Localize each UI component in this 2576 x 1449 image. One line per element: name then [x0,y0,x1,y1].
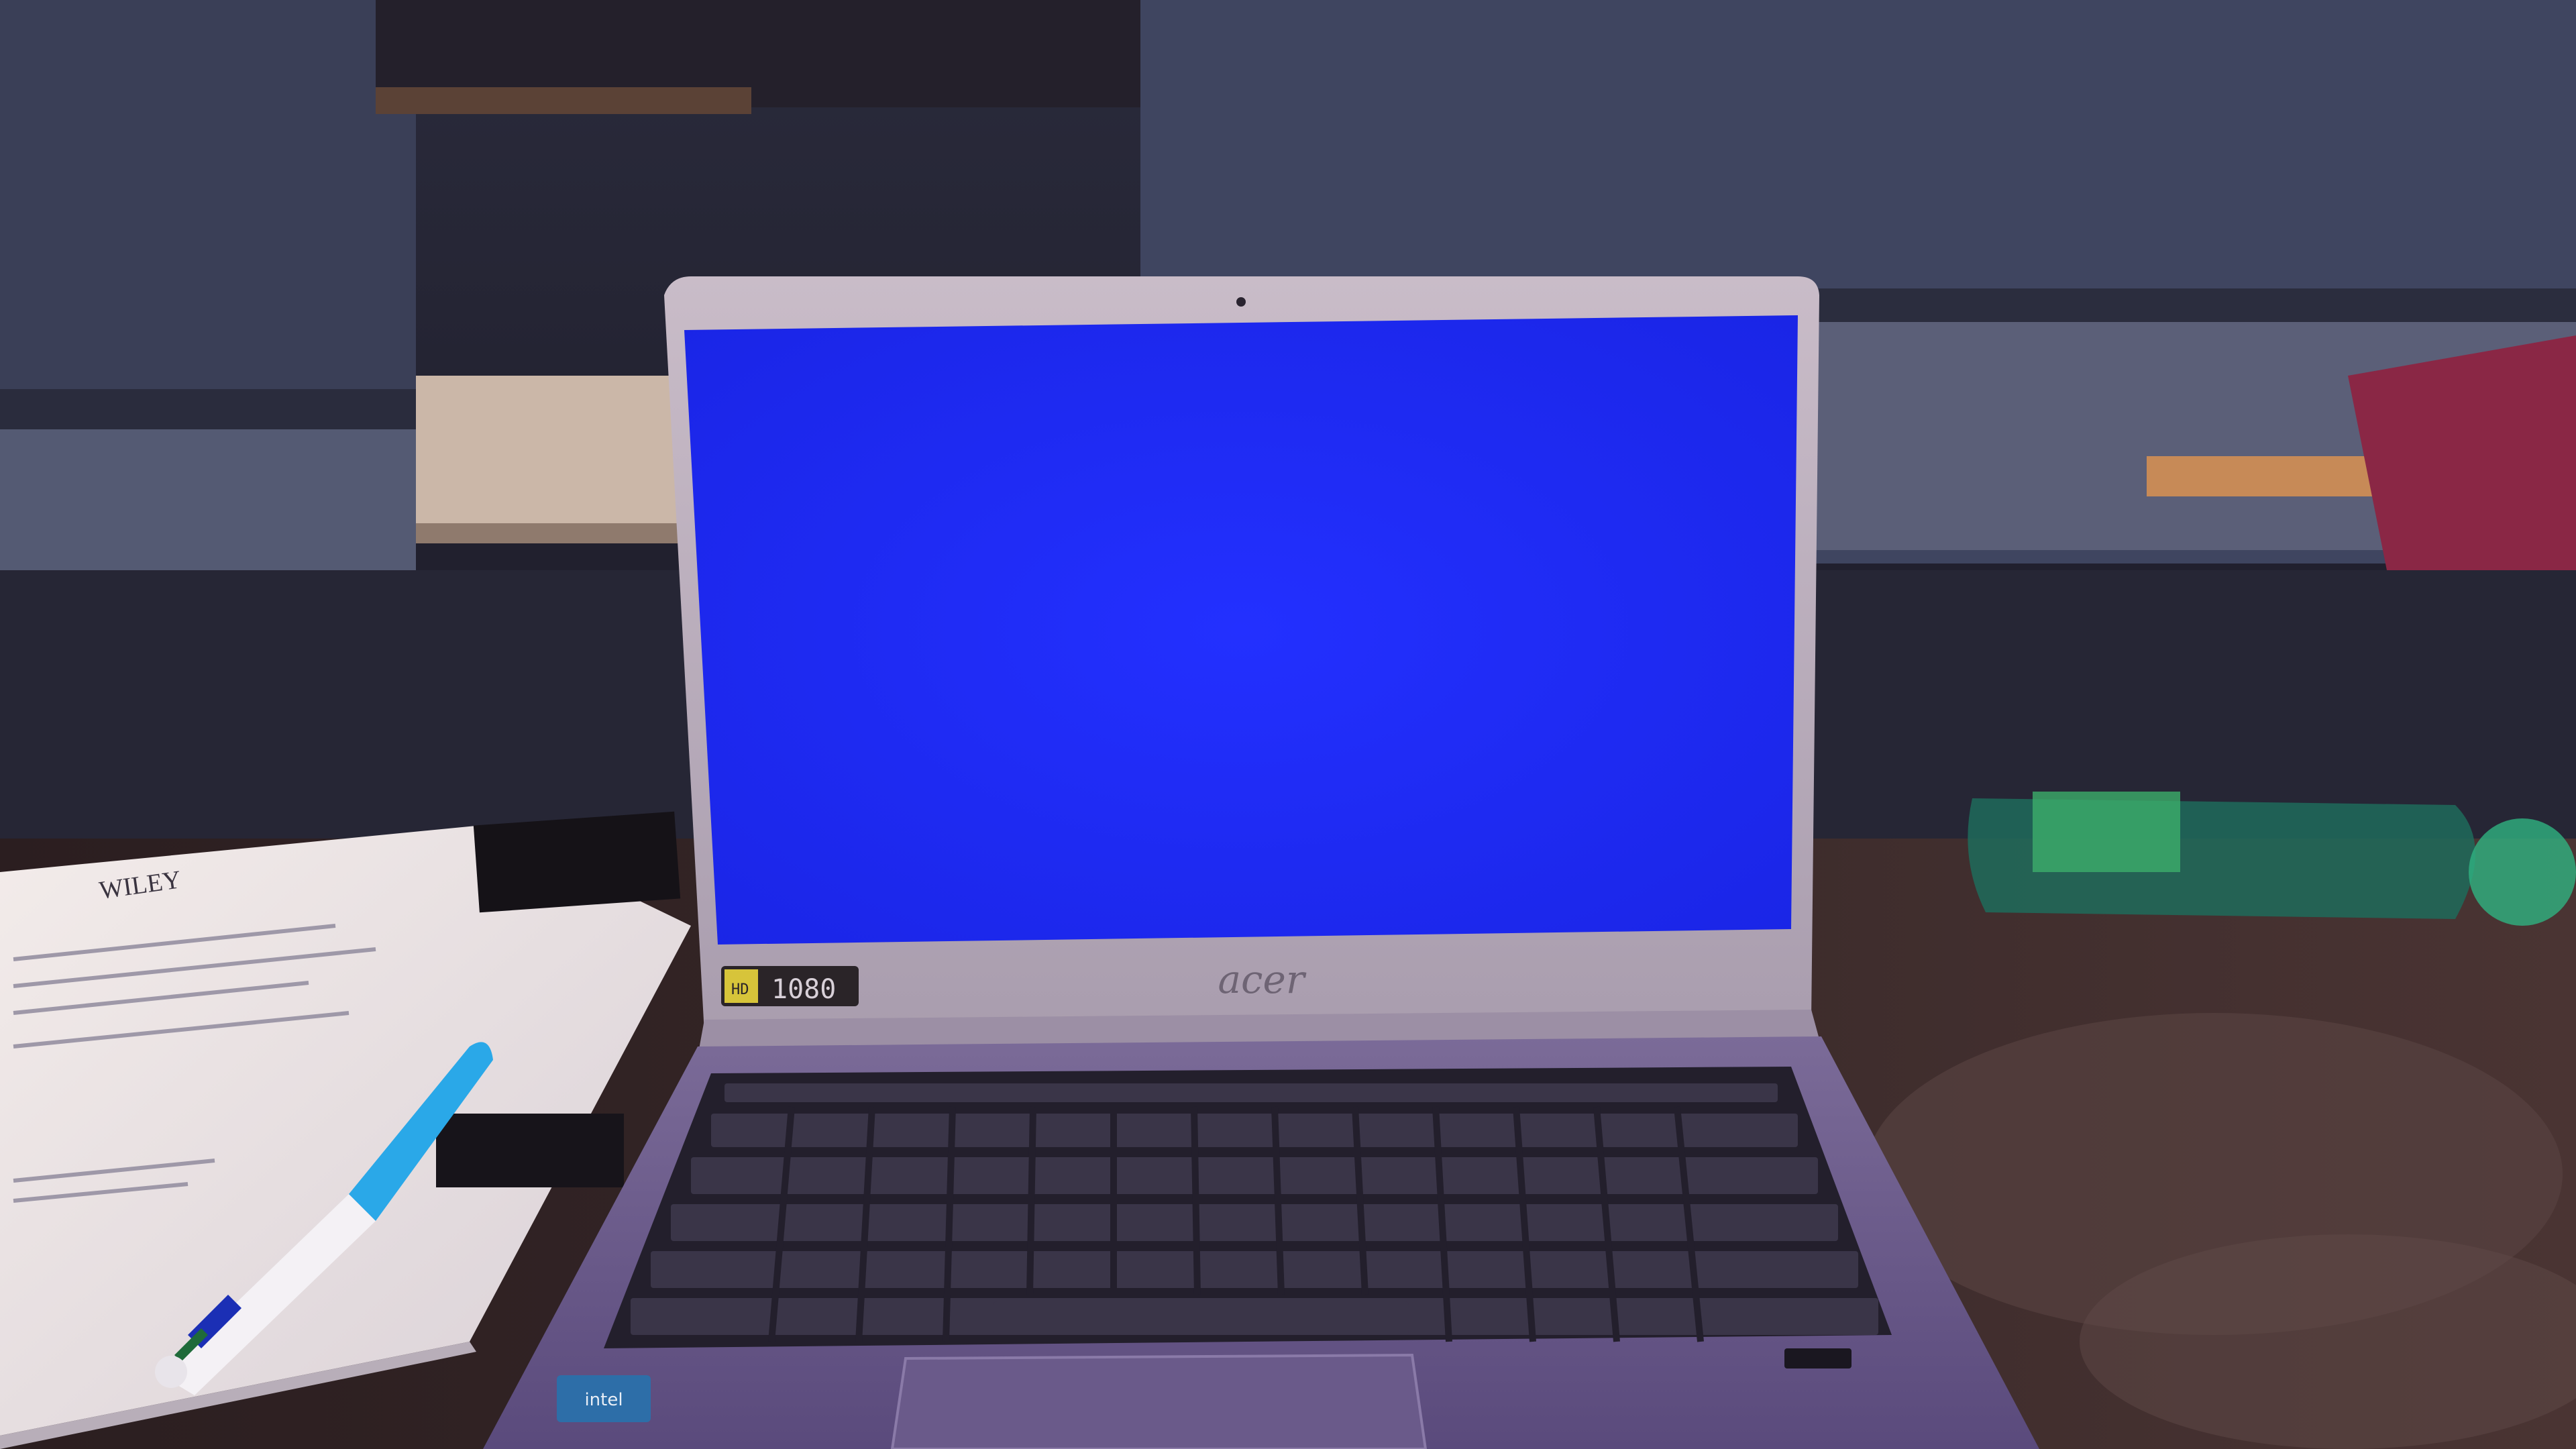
intel-sticker-text: intel [584,1390,623,1410]
scene-svg: WILEY HD 1080 acer intel [0,0,2576,1449]
laptop: HD 1080 acer [664,276,1821,1057]
webcam [1236,297,1246,307]
dark-object [473,811,681,913]
shelf-board [416,376,698,537]
space-bar [993,1301,1409,1335]
badge-resolution-text: 1080 [771,974,836,1005]
usb-drive [436,1114,624,1187]
badge-hd-text: HD [731,981,749,998]
acer-logo-text: acer [1218,957,1306,1002]
photo-scene: WILEY HD 1080 acer intel [0,0,2576,1449]
fingerprint-sensor [1784,1348,1851,1368]
trackpad [890,1353,1428,1449]
laptop-screen [684,315,1798,945]
